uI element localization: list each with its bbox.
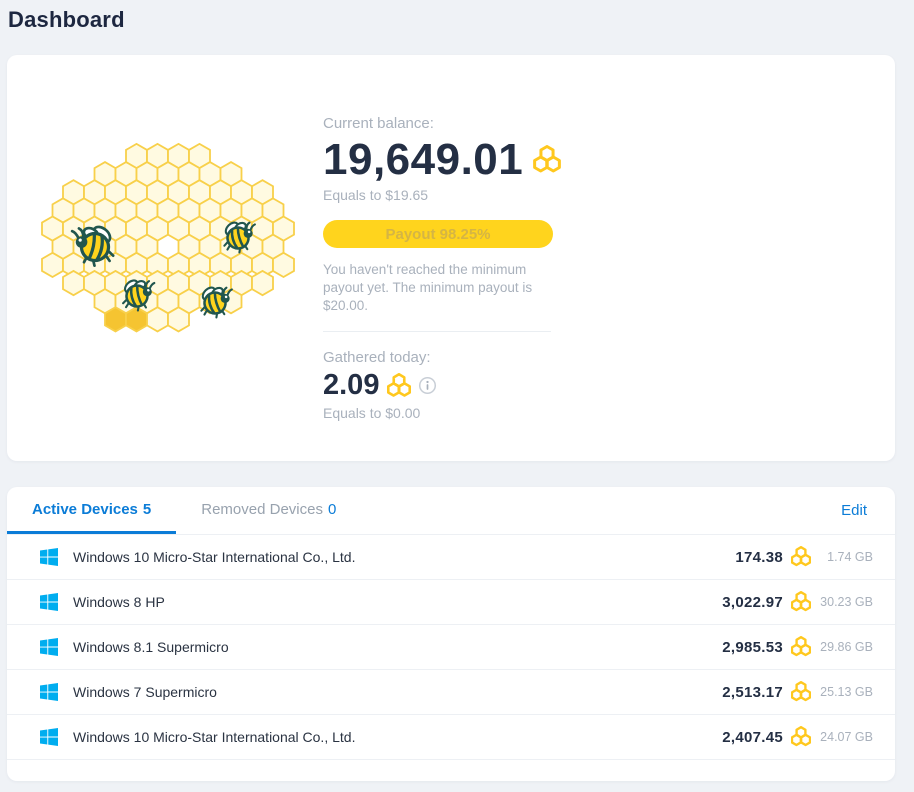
device-row: Windows 7 Supermicro 2,513.17 25.13 GB — [7, 670, 895, 715]
device-credits: 2,513.17 — [722, 683, 783, 701]
divider — [323, 331, 551, 333]
honeycomb-icon — [387, 373, 411, 399]
tab-label: Active Devices — [32, 500, 138, 518]
honeycomb-icon — [791, 591, 811, 613]
device-list: Windows 10 Micro-Star International Co.,… — [7, 535, 895, 760]
payout-note: You haven't reached the minimum payout y… — [323, 262, 533, 313]
windows-icon — [40, 593, 58, 611]
device-traffic: 24.07 GB — [820, 730, 873, 744]
current-balance-amount: 19,649.01 — [323, 135, 524, 184]
honeycomb-icon — [791, 546, 811, 568]
device-credits: 2,985.53 — [722, 638, 783, 656]
payout-button[interactable]: Payout 98.25% — [323, 220, 553, 248]
honeycomb-icon — [791, 636, 811, 658]
device-name: Windows 8 HP — [73, 594, 165, 610]
device-name: Windows 10 Micro-Star International Co.,… — [73, 549, 356, 565]
device-credits: 2,407.45 — [722, 728, 783, 746]
current-balance-label: Current balance: — [323, 115, 434, 132]
edit-devices-link[interactable]: Edit — [841, 502, 895, 519]
device-row: Windows 10 Micro-Star International Co.,… — [7, 535, 895, 580]
tab-active-devices[interactable]: Active Devices 5 — [7, 487, 177, 534]
tab-count: 0 — [327, 500, 337, 518]
page-title: Dashboard — [8, 7, 125, 32]
balance-usd-equivalent: Equals to $19.65 — [323, 187, 429, 203]
honeycomb-icon — [791, 726, 811, 748]
windows-icon — [40, 728, 58, 746]
gathered-usd-equivalent: Equals to $0.00 — [323, 405, 421, 422]
device-traffic: 25.13 GB — [820, 685, 873, 699]
windows-icon — [40, 683, 58, 701]
tab-label: Removed Devices — [201, 500, 323, 518]
device-row: Windows 8.1 Supermicro 2,985.53 29.86 GB — [7, 625, 895, 670]
tab-count: 5 — [142, 500, 152, 518]
device-name: Windows 7 Supermicro — [73, 684, 217, 700]
balance-card: Current balance: 19,649.01 Equals to $19… — [7, 55, 895, 461]
honeycomb-hive-illustration — [41, 142, 295, 333]
windows-icon — [40, 548, 58, 566]
device-row: Windows 10 Micro-Star International Co.,… — [7, 715, 895, 760]
device-name: Windows 8.1 Supermicro — [73, 639, 229, 655]
honeycomb-icon — [791, 681, 811, 703]
device-credits: 3,022.97 — [722, 593, 783, 611]
device-row: Windows 8 HP 3,022.97 30.23 GB — [7, 580, 895, 625]
devices-card: Active Devices 5 Removed Devices 0 Edit … — [7, 487, 895, 781]
device-traffic: 30.23 GB — [820, 595, 873, 609]
gathered-today-label: Gathered today: — [323, 349, 431, 367]
info-icon[interactable] — [418, 376, 437, 395]
device-credits: 174.38 — [735, 548, 783, 566]
device-traffic: 1.74 GB — [827, 550, 873, 564]
windows-icon — [40, 638, 58, 656]
honeycomb-icon — [533, 145, 561, 175]
gathered-today-amount: 2.09 — [323, 369, 380, 402]
device-name: Windows 10 Micro-Star International Co.,… — [73, 729, 356, 745]
balance-section: Current balance: 19,649.01 Equals to $19… — [323, 115, 557, 421]
devices-tabbar: Active Devices 5 Removed Devices 0 Edit — [7, 487, 895, 535]
tab-removed-devices[interactable]: Removed Devices 0 — [176, 487, 361, 534]
device-traffic: 29.86 GB — [820, 640, 873, 654]
